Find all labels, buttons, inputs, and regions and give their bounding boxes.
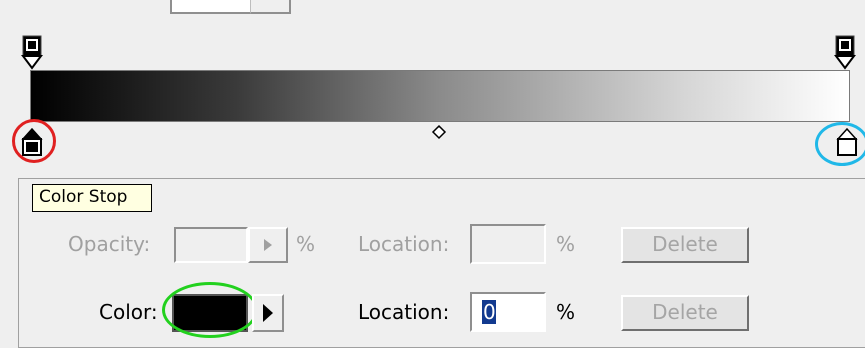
top-field-arrow-button[interactable] [250, 0, 291, 14]
opacity-field [174, 227, 248, 263]
opacity-location-field [470, 224, 546, 264]
gradient-preview-bar[interactable] [30, 70, 850, 122]
end-stop-highlight-ring [815, 122, 865, 166]
triangle-right-icon [264, 239, 272, 251]
color-swatch-highlight-ring [162, 282, 258, 338]
color-location-value: 0 [483, 300, 496, 324]
opacity-delete-button: Delete [621, 227, 749, 263]
color-picker-arrow-button[interactable] [252, 294, 284, 332]
opacity-location-label: Location: [358, 232, 450, 256]
triangle-right-icon [263, 304, 273, 322]
opacity-delete-label: Delete [652, 232, 718, 256]
color-stop-tooltip: Color Stop [32, 184, 152, 212]
start-stop-highlight-ring [12, 119, 56, 163]
color-location-label: Location: [358, 300, 450, 324]
color-location-input[interactable]: 0 [470, 292, 546, 332]
midpoint-diamond-icon[interactable] [431, 124, 447, 140]
color-label: Color: [99, 300, 158, 324]
tooltip-text: Color Stop [39, 187, 128, 207]
color-delete-label: Delete [652, 300, 718, 324]
opacity-percent-unit: % [296, 232, 316, 256]
top-numeric-field[interactable] [170, 0, 254, 14]
opacity-label: Opacity: [68, 232, 151, 256]
opacity-stop-left-icon[interactable] [21, 34, 43, 70]
opacity-stop-right-icon[interactable] [834, 34, 856, 70]
opacity-arrow-button [248, 227, 288, 263]
opacity-location-percent-unit: % [556, 232, 576, 256]
color-delete-button[interactable]: Delete [621, 295, 749, 331]
color-location-percent-unit: % [556, 300, 576, 324]
